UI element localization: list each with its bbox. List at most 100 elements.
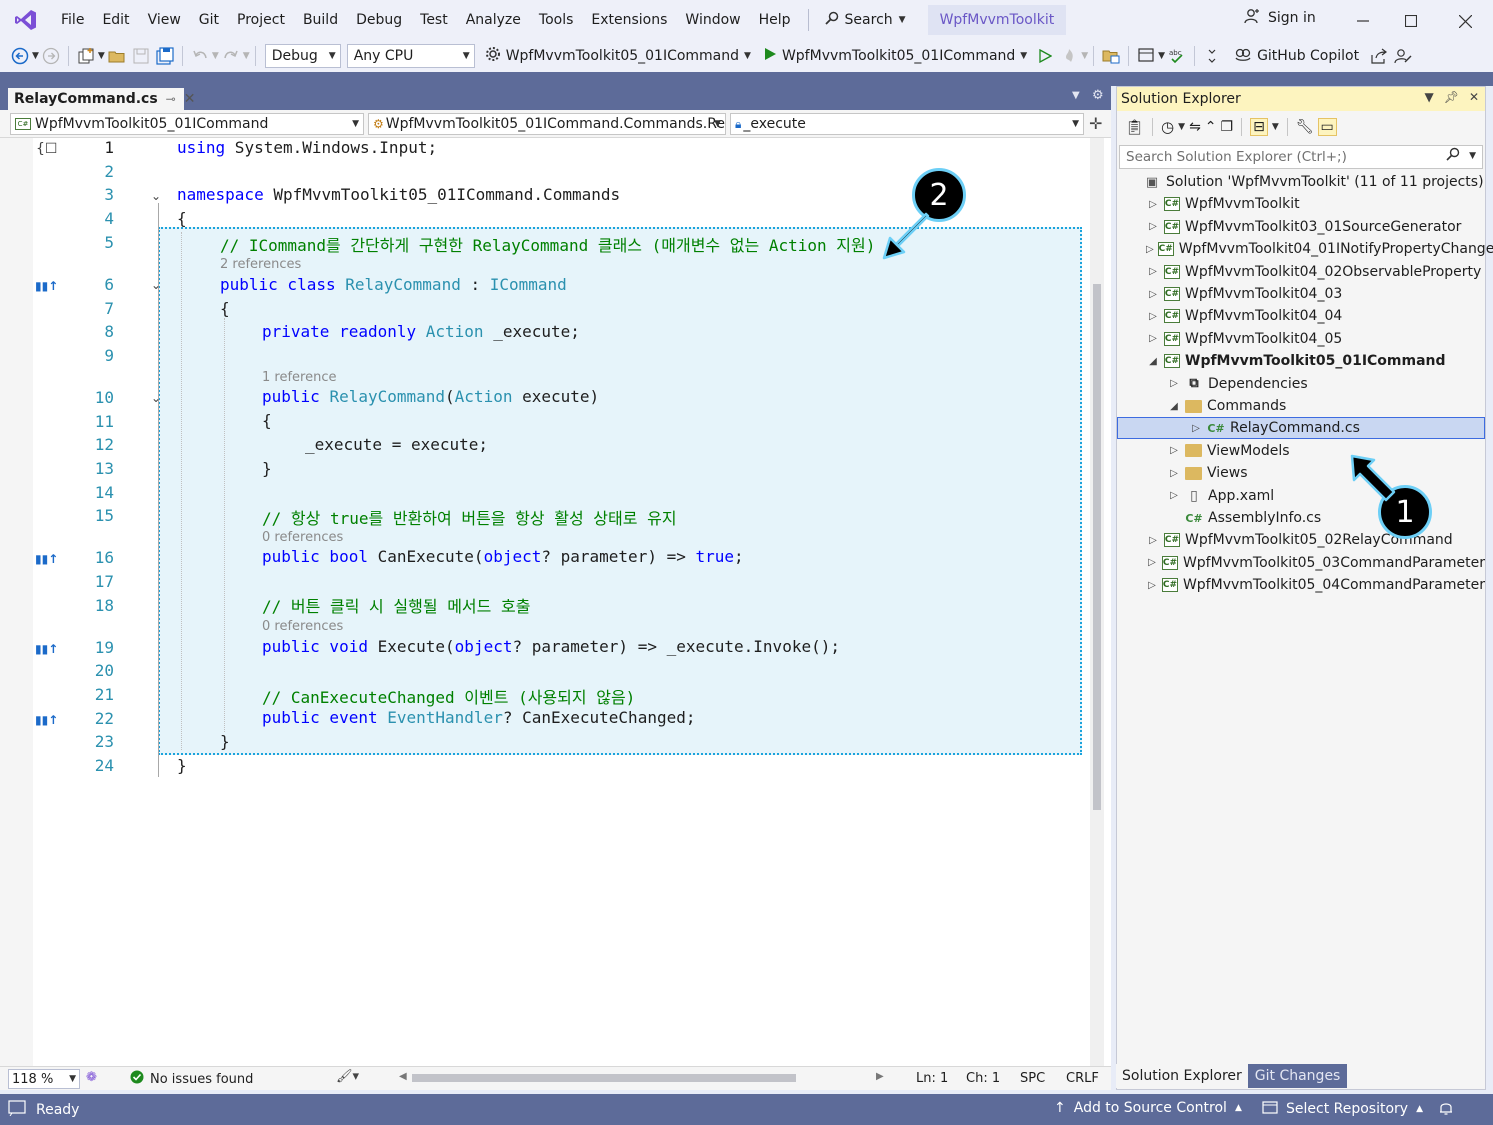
layout-icon[interactable] xyxy=(1134,44,1158,68)
tree-item-project[interactable]: ▷ C# WpfMvvmToolkit04_05 xyxy=(1117,328,1485,350)
issues-indicator[interactable]: No issues found xyxy=(130,1070,253,1088)
output-window-icon[interactable] xyxy=(8,1100,26,1120)
add-to-source-control-button[interactable]: ↑ Add to Source Control ▲ xyxy=(1054,1100,1242,1116)
sync-with-active-document-icon[interactable]: ⇋ xyxy=(1189,119,1201,135)
codelens-references[interactable]: 0 references xyxy=(262,619,343,634)
tree-item-project[interactable]: ▷ C# WpfMvvmToolkit04_01INotifyPropertyCha… xyxy=(1117,238,1493,260)
code-line-22[interactable]: public event EventHandler? CanExecuteCha… xyxy=(262,708,695,727)
start-debugging-button[interactable]: WpfMvvmToolkit05_01ICommand ▼ xyxy=(763,47,1027,65)
chevron-down-icon[interactable]: ▼ xyxy=(1272,122,1279,132)
sign-in-button[interactable]: Sign in xyxy=(1244,8,1316,28)
code-line-6[interactable]: public class RelayCommand : ICommand xyxy=(220,275,567,294)
search-icon[interactable] xyxy=(1446,147,1460,165)
visual-studio-logo-icon[interactable] xyxy=(12,6,40,34)
tab-solution-explorer[interactable]: Solution Explorer xyxy=(1116,1064,1248,1088)
menu-build[interactable]: Build xyxy=(294,6,347,34)
file-nesting-icon[interactable]: ⊟ xyxy=(1250,118,1268,136)
switch-views-icon[interactable]: 📋︎ xyxy=(1125,118,1144,136)
expand-arrow-icon[interactable]: ▷ xyxy=(1167,490,1181,501)
menu-test[interactable]: Test xyxy=(411,6,457,34)
save-all-icon[interactable] xyxy=(153,44,177,68)
tab-relaycommand-cs[interactable]: RelayCommand.cs ⊸ ✕ xyxy=(8,86,195,110)
code-line-13[interactable]: } xyxy=(262,459,272,478)
code-cleanup-icon[interactable]: 🖌︎▾ xyxy=(336,1069,359,1084)
close-window-button[interactable] xyxy=(1450,6,1480,36)
new-project-icon[interactable] xyxy=(74,44,98,68)
code-line-1[interactable]: using System.Windows.Input; xyxy=(177,138,437,157)
menu-view[interactable]: View xyxy=(139,6,190,34)
project-navigation-combo[interactable]: C# WpfMvvmToolkit05_01ICommand ▼ xyxy=(10,113,364,135)
code-line-7[interactable]: { xyxy=(220,299,230,318)
undo-icon[interactable] xyxy=(188,44,212,68)
preview-selected-items-icon[interactable]: ▭ xyxy=(1317,118,1337,136)
tree-item-folder[interactable]: ▷ Views xyxy=(1117,462,1485,484)
tree-item-project[interactable]: ▷ C# WpfMvvmToolkit04_02ObservableProperty xyxy=(1117,261,1485,283)
chevron-down-icon[interactable]: ▼ xyxy=(32,51,39,61)
expand-arrow-icon[interactable]: ▷ xyxy=(1189,423,1203,434)
tree-item-project[interactable]: ▷ C# WpfMvvmToolkit xyxy=(1117,193,1485,215)
tree-item-folder[interactable]: ◢ Commands xyxy=(1117,395,1485,417)
collapse-arrow-icon[interactable]: ◢ xyxy=(1146,356,1160,367)
menu-project[interactable]: Project xyxy=(228,6,294,34)
start-without-debugging-icon[interactable] xyxy=(1033,44,1057,68)
expand-arrow-icon[interactable]: ▷ xyxy=(1146,311,1160,322)
codelens-references[interactable]: 1 reference xyxy=(262,370,336,385)
collapse-arrow-icon[interactable]: ◢ xyxy=(1167,401,1181,412)
startup-project-selector[interactable]: WpfMvvmToolkit05_01ICommand ▼ xyxy=(485,46,751,66)
open-folder-icon[interactable] xyxy=(105,44,129,68)
navigate-back-icon[interactable] xyxy=(8,44,32,68)
implements-interface-icon[interactable]: ▮▮↑ xyxy=(35,552,58,566)
implements-interface-icon[interactable]: ▮▮↑ xyxy=(35,713,58,727)
window-position-icon[interactable]: ▼ xyxy=(1424,90,1433,104)
share-icon[interactable] xyxy=(1367,44,1391,68)
member-navigation-combo[interactable]: 🔒︎ _execute ▼ xyxy=(730,113,1084,135)
implements-interface-icon[interactable]: ▮▮↑ xyxy=(35,279,58,293)
type-navigation-combo[interactable]: ⚙ WpfMvvmToolkit05_01ICommand.Commands.R… xyxy=(368,113,726,135)
column-indicator[interactable]: Ch: 1 xyxy=(966,1071,1000,1086)
notifications-button[interactable] xyxy=(1438,1100,1454,1120)
tab-git-changes[interactable]: Git Changes xyxy=(1247,1064,1348,1088)
code-line-19[interactable]: public void Execute(object? parameter) =… xyxy=(262,637,840,656)
redo-icon[interactable] xyxy=(219,44,243,68)
save-icon[interactable] xyxy=(129,44,153,68)
code-line-23[interactable]: } xyxy=(220,732,230,751)
expand-arrow-icon[interactable]: ▷ xyxy=(1146,221,1160,232)
scrollbar-thumb[interactable] xyxy=(1093,284,1101,810)
tab-list-dropdown-icon[interactable]: ▼ xyxy=(1072,90,1080,101)
codelens-references[interactable]: 0 references xyxy=(262,530,343,545)
select-repository-button[interactable]: Select Repository ▲ xyxy=(1262,1100,1423,1118)
collapse-region-icon[interactable]: ⌄ xyxy=(151,391,161,405)
search-button[interactable]: Search ▼ xyxy=(817,6,914,34)
expand-arrow-icon[interactable]: ▷ xyxy=(1146,333,1160,344)
tree-item-csfile[interactable]: ▷ C# RelayCommand.cs xyxy=(1117,417,1485,440)
expand-arrow-icon[interactable]: ▷ xyxy=(1146,266,1160,277)
expand-arrow-icon[interactable]: ▷ xyxy=(1146,535,1160,546)
maximize-button[interactable] xyxy=(1396,6,1426,36)
chevron-down-icon[interactable]: ▼ xyxy=(212,51,219,61)
expand-arrow-icon[interactable]: ▷ xyxy=(1146,244,1154,255)
menu-extensions[interactable]: Extensions xyxy=(582,6,676,34)
show-all-files-icon[interactable]: ❐ xyxy=(1221,119,1234,135)
expand-arrow-icon[interactable]: ▷ xyxy=(1167,378,1181,389)
search-options-icon[interactable]: ▼ xyxy=(1469,151,1476,161)
hot-reload-icon[interactable] xyxy=(1057,44,1081,68)
tree-item-project[interactable]: ▷ C# WpfMvvmToolkit05_03CommandParameter xyxy=(1117,552,1485,574)
code-line-12[interactable]: _execute = execute; xyxy=(305,435,488,454)
expand-arrow-icon[interactable]: ▷ xyxy=(1146,557,1158,568)
scroll-right-icon[interactable]: ▶ xyxy=(876,1071,884,1082)
code-comment[interactable]: // CanExecuteChanged 이벤트 (사용되지 않음) xyxy=(262,684,635,708)
tree-item-project[interactable]: ▷ C# WpfMvvmToolkit05_02RelayCommand xyxy=(1117,529,1485,551)
chevron-down-icon[interactable]: ▼ xyxy=(98,51,105,61)
tree-item-project[interactable]: ▷ C# WpfMvvmToolkit04_03 xyxy=(1117,283,1485,305)
code-line-24[interactable]: } xyxy=(177,756,187,775)
tree-item-project[interactable]: ▷ C# WpfMvvmToolkit04_04 xyxy=(1117,305,1485,327)
code-line-16[interactable]: public bool CanExecute(object? parameter… xyxy=(262,547,744,566)
spell-check-icon[interactable]: abc xyxy=(1165,44,1189,68)
tree-item-project[interactable]: ◢ C# WpfMvvmToolkit05_01ICommand xyxy=(1117,350,1485,372)
whitespace-indicator[interactable]: SPC xyxy=(1020,1071,1045,1086)
expand-arrow-icon[interactable]: ▷ xyxy=(1146,289,1160,300)
menu-edit[interactable]: Edit xyxy=(93,6,138,34)
horizontal-scrollbar[interactable] xyxy=(412,1074,796,1082)
tree-item-solution[interactable]: ▣ Solution 'WpfMvvmToolkit' (11 of 11 pro… xyxy=(1117,171,1485,193)
properties-icon[interactable]: 🔧︎ xyxy=(1296,119,1314,135)
